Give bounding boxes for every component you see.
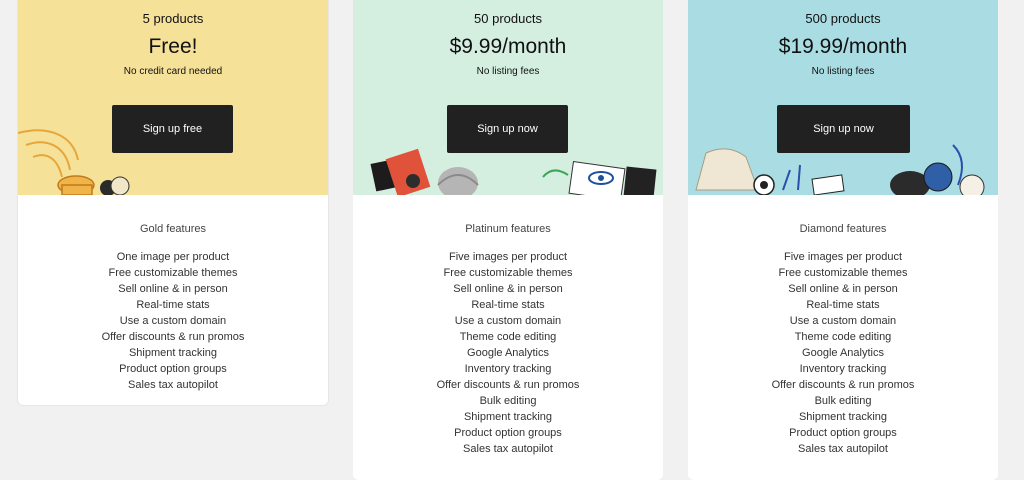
feature-item: Bulk editing (814, 395, 872, 407)
product-count: 500 products (805, 11, 881, 26)
features-title: Gold features (139, 223, 207, 235)
product-count: 5 products (142, 11, 204, 26)
plan-card-gold: 5 products Free! No credit card needed S… (17, 0, 329, 406)
features-list: Five images per product Free customizabl… (688, 249, 998, 457)
feature-item: Sell online & in person (453, 283, 563, 295)
sign-up-now-button[interactable]: Sign up now (777, 105, 910, 153)
feature-item: Product option groups (789, 427, 897, 439)
feature-item: Bulk editing (479, 395, 537, 407)
price: $19.99/month (778, 35, 908, 58)
price-note: No listing fees (811, 66, 875, 77)
feature-item: Real-time stats (136, 299, 210, 311)
feature-item: Inventory tracking (799, 363, 887, 375)
feature-item: Theme code editing (794, 331, 892, 343)
feature-item: Use a custom domain (119, 315, 227, 327)
features-list: One image per product Free customizable … (18, 249, 328, 393)
features-title: Platinum features (465, 223, 551, 235)
feature-item: Five images per product (449, 251, 567, 263)
feature-item: Shipment tracking (798, 411, 888, 423)
plan-header-diamond: 500 products $19.99/month No listing fee… (688, 0, 998, 195)
feature-item: Use a custom domain (454, 315, 562, 327)
price-note: No listing fees (476, 66, 540, 77)
feature-item: Sell online & in person (118, 283, 228, 295)
feature-item: Offer discounts & run promos (436, 379, 580, 391)
feature-item: Google Analytics (802, 347, 884, 359)
feature-item: Real-time stats (471, 299, 545, 311)
feature-item: Shipment tracking (463, 411, 553, 423)
feature-item: Product option groups (454, 427, 562, 439)
feature-item: Google Analytics (467, 347, 549, 359)
feature-item: Use a custom domain (789, 315, 897, 327)
plan-card-diamond: 500 products $19.99/month No listing fee… (688, 0, 998, 480)
plan-header-gold: 5 products Free! No credit card needed S… (18, 0, 328, 195)
price: $9.99/month (449, 35, 567, 58)
features-title: Diamond features (799, 223, 887, 235)
feature-item: Five images per product (784, 251, 902, 263)
feature-item: Offer discounts & run promos (771, 379, 915, 391)
feature-item: Theme code editing (459, 331, 557, 343)
sign-up-free-button[interactable]: Sign up free (112, 105, 233, 153)
feature-item: Real-time stats (806, 299, 880, 311)
plan-card-platinum: 50 products $9.99/month No listing fees … (353, 0, 663, 480)
feature-item: One image per product (116, 251, 230, 263)
feature-item: Sales tax autopilot (128, 379, 218, 391)
feature-item: Sales tax autopilot (798, 443, 888, 455)
price: Free! (148, 35, 198, 58)
feature-item: Shipment tracking (128, 347, 218, 359)
feature-item: Sales tax autopilot (463, 443, 553, 455)
features-list: Five images per product Free customizabl… (353, 249, 663, 457)
feature-item: Inventory tracking (464, 363, 552, 375)
feature-item: Sell online & in person (788, 283, 898, 295)
price-note: No credit card needed (123, 66, 223, 77)
sign-up-now-button[interactable]: Sign up now (447, 105, 568, 153)
feature-item: Offer discounts & run promos (101, 331, 245, 343)
plan-header-platinum: 50 products $9.99/month No listing fees … (353, 0, 663, 195)
feature-item: Product option groups (119, 363, 227, 375)
feature-item: Free customizable themes (443, 267, 573, 279)
feature-item: Free customizable themes (108, 267, 238, 279)
feature-item: Free customizable themes (778, 267, 908, 279)
product-count: 50 products (474, 11, 542, 26)
